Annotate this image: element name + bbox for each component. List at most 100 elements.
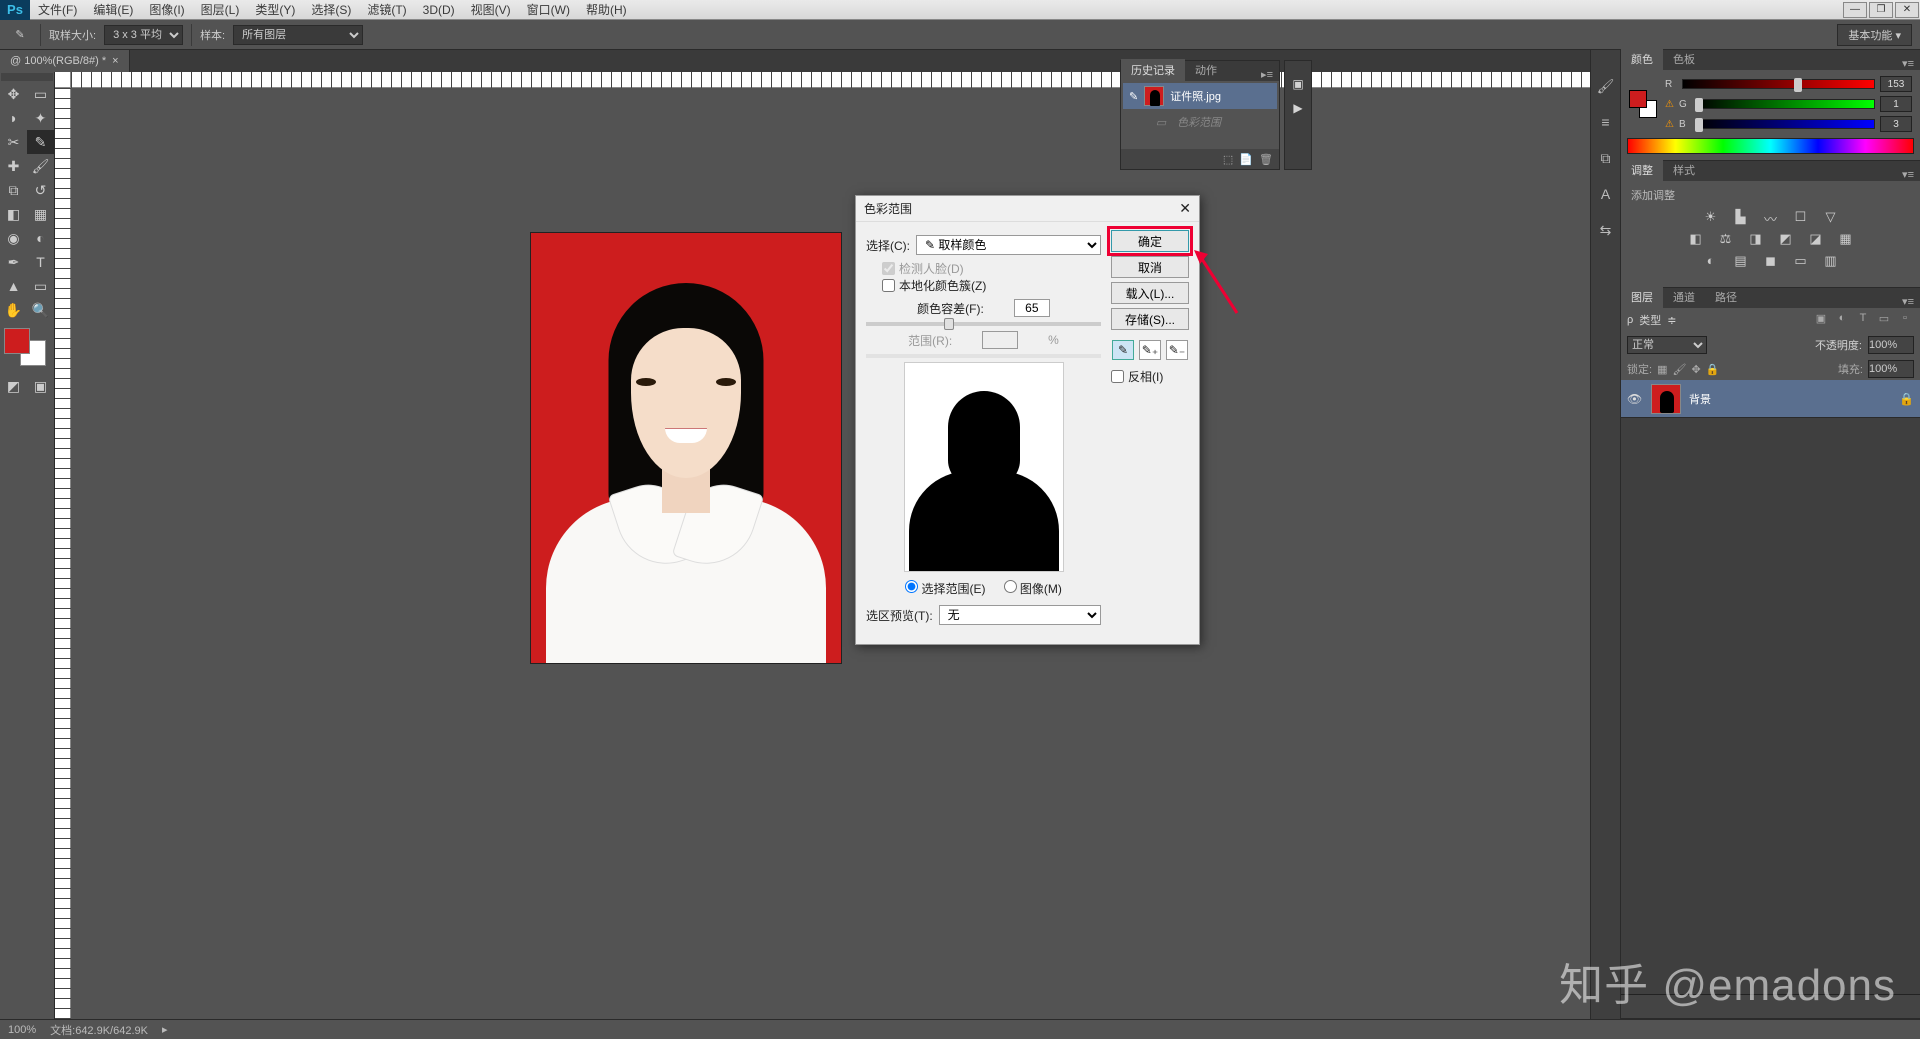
tab-swatches[interactable]: 色板 <box>1663 48 1705 70</box>
quick-mask-icon[interactable]: ◩ <box>0 374 27 398</box>
delete-state-icon[interactable]: 🗑 <box>1259 153 1273 166</box>
tab-styles[interactable]: 样式 <box>1663 159 1705 181</box>
bw-icon[interactable]: ◨ <box>1746 231 1766 247</box>
history-brush-source-icon[interactable]: ✎ <box>1129 90 1138 103</box>
path-select-tool-icon[interactable]: ▲ <box>0 274 27 298</box>
clone-stamp-tool-icon[interactable]: ⧉ <box>0 178 27 202</box>
hue-icon[interactable]: ◧ <box>1686 231 1706 247</box>
zoom-tool-icon[interactable]: 🔍 <box>27 298 54 322</box>
color-lookup-icon[interactable]: ▦ <box>1836 231 1856 247</box>
cancel-button[interactable]: 取消 <box>1111 256 1189 278</box>
fuzziness-input[interactable] <box>1014 299 1050 317</box>
curves-icon[interactable]: 〰 <box>1761 209 1781 225</box>
r-value[interactable] <box>1880 76 1912 92</box>
swap-icon[interactable]: ⇆ <box>1596 222 1616 240</box>
pen-tool-icon[interactable]: ✒ <box>0 250 27 274</box>
marquee-tool-icon[interactable]: ▭ <box>27 82 54 106</box>
sample-layers-select[interactable]: 所有图层 <box>233 25 363 45</box>
exposure-icon[interactable]: ☐ <box>1791 209 1811 225</box>
eyedropper-tool-icon[interactable]: ✎ <box>8 23 32 47</box>
collapsed-panel-icon[interactable]: ▶ <box>1293 101 1302 115</box>
fill-input[interactable] <box>1868 360 1914 378</box>
maximize-button[interactable]: ❐ <box>1869 2 1893 18</box>
eyedropper-tool-icon[interactable]: ✎ <box>27 130 54 154</box>
menu-type[interactable]: 类型(Y) <box>247 1 303 18</box>
tab-adjustments[interactable]: 调整 <box>1621 159 1663 181</box>
localized-checkbox[interactable]: 本地化颜色簇(Z) <box>882 277 1101 294</box>
menu-image[interactable]: 图像(I) <box>141 1 192 18</box>
toolbox-handle[interactable] <box>1 73 53 81</box>
save-button[interactable]: 存储(S)... <box>1111 308 1189 330</box>
tab-channels[interactable]: 通道 <box>1663 286 1705 308</box>
select-dropdown[interactable]: ✎ 取样颜色 <box>916 235 1101 255</box>
menu-select[interactable]: 选择(S) <box>303 1 359 18</box>
eyedropper-icon[interactable]: ✎ <box>1112 340 1134 360</box>
type-tool-icon[interactable]: T <box>27 250 54 274</box>
layer-thumbnail[interactable] <box>1651 384 1681 414</box>
history-item[interactable]: ▭ 色彩范围 <box>1123 109 1277 135</box>
color-mini-swatch[interactable] <box>1629 90 1657 118</box>
levels-icon[interactable]: ▙ <box>1731 209 1751 225</box>
close-button[interactable]: ✕ <box>1895 2 1919 18</box>
radio-image[interactable]: 图像(M) <box>1004 580 1062 597</box>
menu-window[interactable]: 窗口(W) <box>519 1 578 18</box>
tab-actions[interactable]: 动作 <box>1185 59 1227 81</box>
new-document-icon[interactable]: 📄 <box>1239 153 1253 166</box>
clone-source-icon[interactable]: ⧉ <box>1596 150 1616 168</box>
blend-mode-select[interactable]: 正常 <box>1627 336 1707 354</box>
filter-pixel-icon[interactable]: ▣ <box>1812 312 1830 328</box>
opacity-input[interactable] <box>1868 336 1914 354</box>
panel-menu-icon[interactable]: ▾≡ <box>1896 295 1920 308</box>
crop-tool-icon[interactable]: ✂ <box>0 130 27 154</box>
filter-type-icon[interactable]: T <box>1854 312 1872 328</box>
tab-paths[interactable]: 路径 <box>1705 286 1747 308</box>
horizontal-ruler[interactable] <box>71 72 1590 88</box>
filter-shape-icon[interactable]: ▭ <box>1875 312 1893 328</box>
canvas-area[interactable] <box>71 88 1590 1019</box>
visibility-toggle-icon[interactable]: 👁 <box>1627 392 1643 406</box>
history-brush-tool-icon[interactable]: ↺ <box>27 178 54 202</box>
color-balance-icon[interactable]: ⚖ <box>1716 231 1736 247</box>
filter-smart-icon[interactable]: ▫ <box>1896 312 1914 328</box>
threshold-icon[interactable]: ◼ <box>1761 253 1781 269</box>
invert-icon[interactable]: ◐ <box>1701 253 1721 269</box>
vertical-ruler[interactable] <box>55 88 71 1019</box>
menu-file[interactable]: 文件(F) <box>30 1 85 18</box>
radio-selection[interactable]: 选择范围(E) <box>905 580 985 597</box>
lasso-tool-icon[interactable]: ◗ <box>0 106 27 130</box>
preview-select[interactable]: 无 <box>939 605 1101 625</box>
color-swatch[interactable] <box>4 328 48 368</box>
layer-row[interactable]: 👁 背景 🔒 <box>1621 380 1920 418</box>
menu-help[interactable]: 帮助(H) <box>578 1 635 18</box>
layer-name-label[interactable]: 背景 <box>1689 391 1711 407</box>
menu-filter[interactable]: 滤镜(T) <box>359 1 414 18</box>
workspace-switcher[interactable]: 基本功能 ▾ <box>1837 24 1912 46</box>
shape-tool-icon[interactable]: ▭ <box>27 274 54 298</box>
brush-tool-icon[interactable]: 🖌 <box>27 154 54 178</box>
collapsed-panel-icon[interactable]: ▣ <box>1292 77 1303 91</box>
sample-size-select[interactable]: 3 x 3 平均 <box>104 25 183 45</box>
lock-transparent-icon[interactable]: ▦ <box>1657 363 1667 376</box>
history-item[interactable]: ✎ 证件照.jpg <box>1123 83 1277 109</box>
tab-history[interactable]: 历史记录 <box>1121 59 1185 81</box>
eyedropper-plus-icon[interactable]: ✎₊ <box>1139 340 1161 360</box>
dialog-close-icon[interactable]: ✕ <box>1179 200 1191 217</box>
panel-menu-icon[interactable]: ▸≡ <box>1255 68 1279 81</box>
brush-presets-icon[interactable]: 🖌 <box>1596 78 1616 96</box>
ruler-origin[interactable] <box>55 72 71 88</box>
new-snapshot-icon[interactable]: ⬚ <box>1223 153 1233 166</box>
foreground-color-swatch[interactable] <box>4 328 30 354</box>
panel-menu-icon[interactable]: ▾≡ <box>1896 57 1920 70</box>
brightness-icon[interactable]: ☀ <box>1701 209 1721 225</box>
channel-mixer-icon[interactable]: ◪ <box>1806 231 1826 247</box>
gradient-map-icon[interactable]: ▭ <box>1791 253 1811 269</box>
lock-position-icon[interactable]: ✥ <box>1691 363 1700 376</box>
lock-pixels-icon[interactable]: 🖌 <box>1672 363 1686 376</box>
menu-layer[interactable]: 图层(L) <box>193 1 248 18</box>
photo-filter-icon[interactable]: ◩ <box>1776 231 1796 247</box>
selective-color-icon[interactable]: ▥ <box>1821 253 1841 269</box>
move-tool-icon[interactable]: ✥ <box>0 82 27 106</box>
panel-menu-icon[interactable]: ▾≡ <box>1896 168 1920 181</box>
spectrum-ramp[interactable] <box>1627 138 1914 154</box>
g-slider[interactable] <box>1696 99 1875 109</box>
